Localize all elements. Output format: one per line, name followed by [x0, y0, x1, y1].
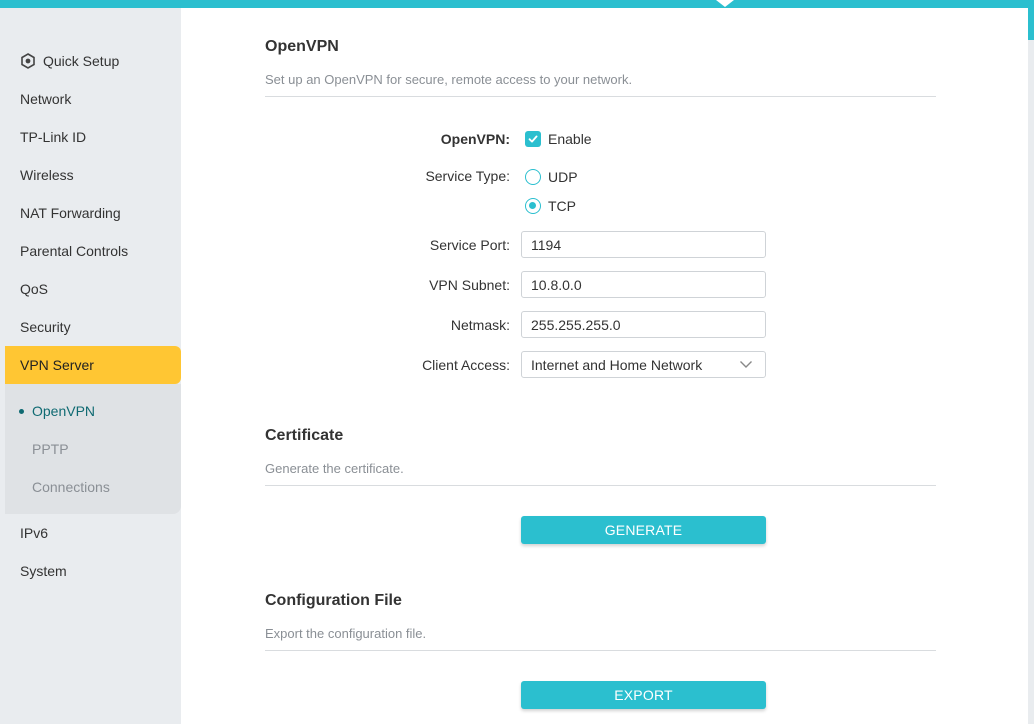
sidebar-item-label: Network	[20, 91, 72, 107]
sidebar: Quick Setup Network TP-Link ID Wireless …	[5, 8, 181, 724]
client-access-label: Client Access:	[422, 357, 510, 373]
export-button[interactable]: EXPORT	[521, 681, 766, 709]
vpn-subnet-input[interactable]	[521, 271, 766, 298]
main-content: OpenVPN Set up an OpenVPN for secure, re…	[181, 8, 1028, 724]
right-edge	[1028, 8, 1034, 724]
udp-radio[interactable]	[525, 169, 541, 185]
sidebar-item-nat-forwarding[interactable]: NAT Forwarding	[5, 194, 181, 232]
vpn-subnet-label: VPN Subnet:	[429, 277, 510, 293]
current-dot-icon	[19, 408, 24, 414]
sidebar-item-vpn-server[interactable]: VPN Server	[5, 346, 181, 384]
openvpn-enable-checkbox[interactable]	[525, 131, 541, 147]
sidebar-item-label: Quick Setup	[43, 53, 120, 69]
sidebar-item-label: QoS	[20, 281, 49, 297]
sidebar-item-qos[interactable]: QoS	[5, 270, 181, 308]
certificate-section-title: Certificate	[265, 427, 344, 444]
netmask-label: Netmask:	[450, 317, 510, 333]
openvpn-enable-label: Enable	[548, 131, 592, 147]
tcp-radio[interactable]	[525, 198, 541, 214]
vpn-server-subnav: OpenVPN PPTP Connections	[5, 384, 181, 514]
top-bar-notch	[716, 0, 734, 7]
subnav-item-pptp[interactable]: PPTP	[5, 430, 181, 468]
subnav-item-openvpn[interactable]: OpenVPN	[5, 392, 181, 430]
subnav-item-label: OpenVPN	[32, 403, 96, 419]
config-section-description: Export the configuration file.	[265, 626, 427, 641]
sidebar-item-label: NAT Forwarding	[20, 205, 121, 221]
top-bar	[0, 0, 1034, 8]
client-access-select[interactable]: Internet and Home Network	[521, 351, 766, 378]
sidebar-item-system[interactable]: System	[5, 552, 181, 590]
generate-button[interactable]: GENERATE	[521, 516, 766, 544]
sidebar-item-tp-link-id[interactable]: TP-Link ID	[5, 118, 181, 156]
service-port-input[interactable]	[521, 231, 766, 258]
udp-radio-label: UDP	[548, 169, 578, 185]
sidebar-item-quick-setup[interactable]: Quick Setup	[5, 42, 181, 80]
openvpn-section-description: Set up an OpenVPN for secure, remote acc…	[265, 72, 633, 87]
sidebar-item-security[interactable]: Security	[5, 308, 181, 346]
sidebar-item-label: Wireless	[20, 167, 74, 183]
right-edge-top	[1028, 0, 1034, 40]
sidebar-item-wireless[interactable]: Wireless	[5, 156, 181, 194]
tcp-radio-label: TCP	[548, 198, 576, 214]
sidebar-item-ipv6[interactable]: IPv6	[5, 514, 181, 552]
gear-icon	[20, 53, 36, 69]
check-icon	[528, 135, 538, 143]
subnav-item-connections[interactable]: Connections	[5, 468, 181, 506]
sidebar-item-label: Parental Controls	[20, 243, 129, 259]
subnav-item-label: Connections	[32, 479, 110, 495]
sidebar-item-parental-controls[interactable]: Parental Controls	[5, 232, 181, 270]
sidebar-item-label: TP-Link ID	[20, 129, 87, 145]
sidebar-item-label: VPN Server	[20, 357, 94, 373]
chevron-down-icon	[740, 361, 752, 368]
sidebar-item-network[interactable]: Network	[5, 80, 181, 118]
service-port-label: Service Port:	[429, 237, 510, 253]
openvpn-section-title: OpenVPN	[265, 38, 339, 55]
sidebar-item-label: System	[20, 563, 67, 579]
config-section-title: Configuration File	[265, 592, 402, 609]
sidebar-item-label: Security	[20, 319, 71, 335]
openvpn-label: OpenVPN:	[440, 131, 510, 147]
divider	[265, 96, 936, 97]
certificate-section-description: Generate the certificate.	[265, 461, 404, 476]
divider	[265, 485, 936, 486]
divider	[265, 650, 936, 651]
netmask-input[interactable]	[521, 311, 766, 338]
service-type-label: Service Type:	[425, 168, 510, 184]
subnav-item-label: PPTP	[32, 441, 69, 457]
sidebar-item-label: IPv6	[20, 525, 49, 541]
client-access-value: Internet and Home Network	[531, 356, 703, 373]
